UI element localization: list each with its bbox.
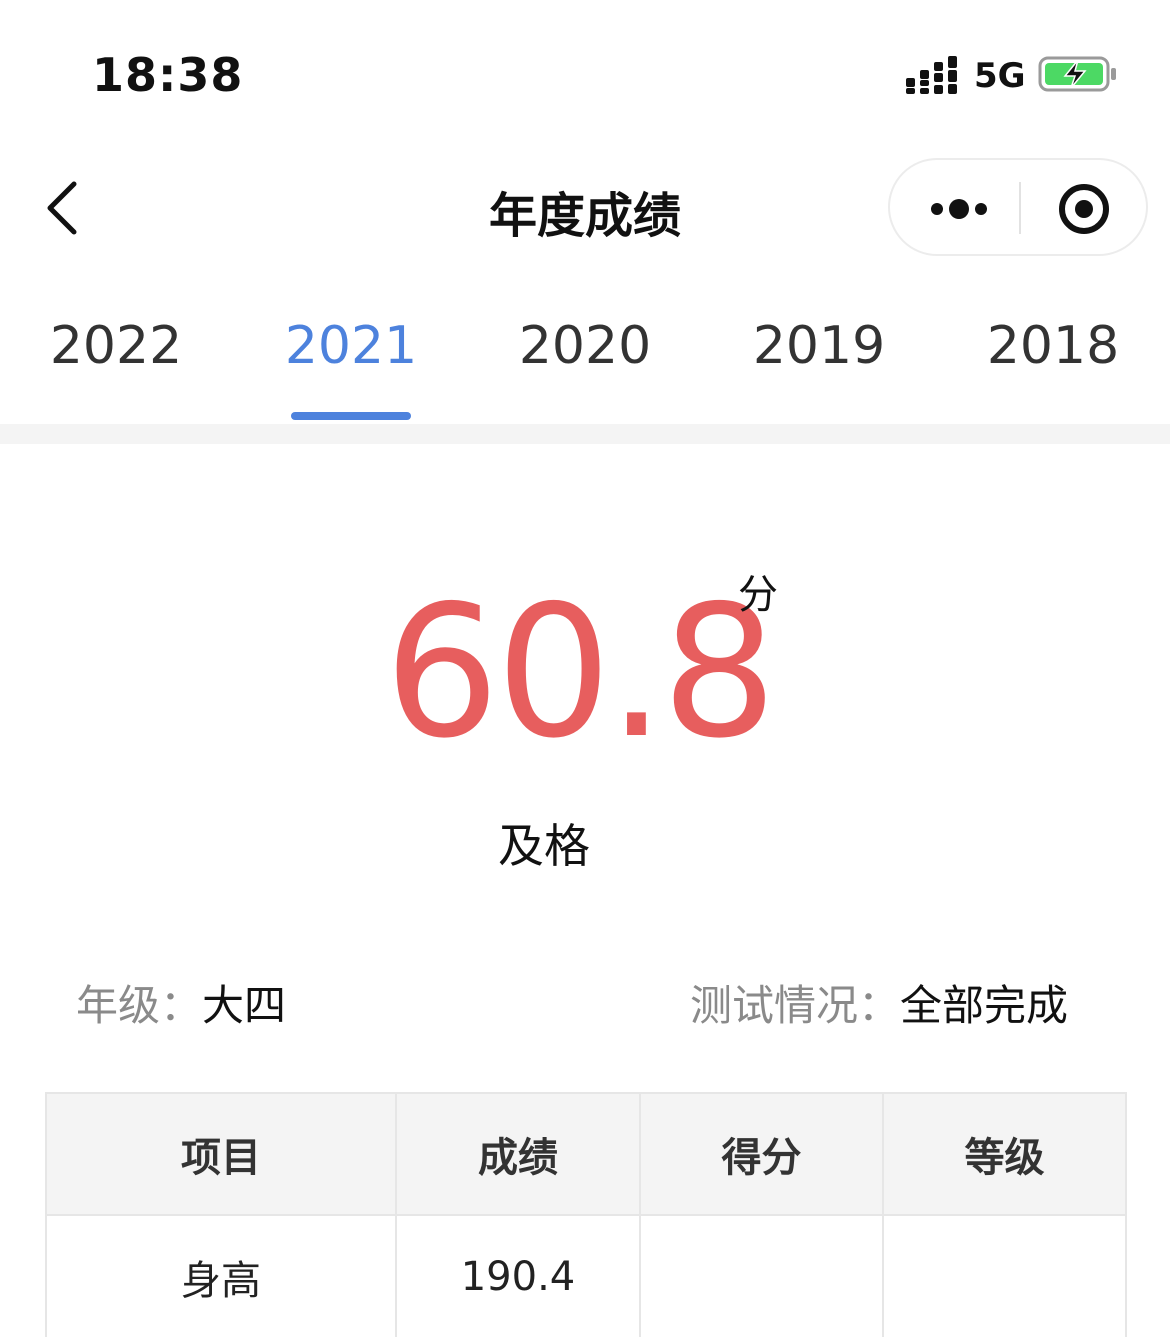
tab-active-indicator (291, 412, 411, 420)
tab-2021[interactable]: 2021 (261, 300, 441, 424)
score-value: 60.8 (384, 566, 777, 778)
test-status-info: 测试情况：全部完成 (690, 972, 1068, 1033)
header-item: 项目 (45, 1092, 397, 1216)
grade-value: 大四 (202, 981, 287, 1030)
score-level: 及格 (498, 819, 590, 873)
test-status-label: 测试情况： (690, 981, 901, 1030)
tab-label: 2021 (284, 316, 418, 376)
tab-2020[interactable]: 2020 (495, 300, 675, 424)
annual-score-page: 18:38 5G 年度成绩 2022 2021 2020 2019 2018 6… (0, 0, 1170, 1337)
test-status-value: 全部完成 (900, 981, 1069, 1030)
cell-item: 身高 (45, 1214, 397, 1337)
cell-grade (882, 1214, 1127, 1337)
score-unit: 分 (738, 572, 778, 618)
table-header-row: 项目 成绩 得分 等级 (45, 1092, 1127, 1216)
mini-program-capsule (888, 158, 1148, 256)
more-dots-icon[interactable] (890, 160, 1020, 254)
header-points: 得分 (639, 1092, 884, 1216)
header-result: 成绩 (395, 1092, 641, 1216)
network-type: 5G (974, 56, 1026, 96)
tab-2019[interactable]: 2019 (729, 300, 909, 424)
section-divider (0, 424, 1170, 444)
signal-icon (906, 56, 957, 94)
header-grade: 等级 (882, 1092, 1127, 1216)
cell-result: 190.4 (395, 1214, 641, 1337)
grade-label: 年级： (76, 981, 203, 1030)
score-table: 项目 成绩 得分 等级 身高 190.4 (45, 1092, 1127, 1337)
grade-info: 年级：大四 (76, 972, 286, 1033)
table-row: 身高 190.4 (45, 1214, 1127, 1337)
target-close-icon[interactable] (1021, 160, 1148, 254)
tab-2022[interactable]: 2022 (26, 300, 206, 424)
tab-2018[interactable]: 2018 (963, 300, 1143, 424)
cell-points (639, 1214, 884, 1337)
year-tabs: 2022 2021 2020 2019 2018 (0, 300, 1170, 424)
status-time: 18:38 (92, 48, 244, 102)
battery-charging-icon (1038, 56, 1116, 92)
